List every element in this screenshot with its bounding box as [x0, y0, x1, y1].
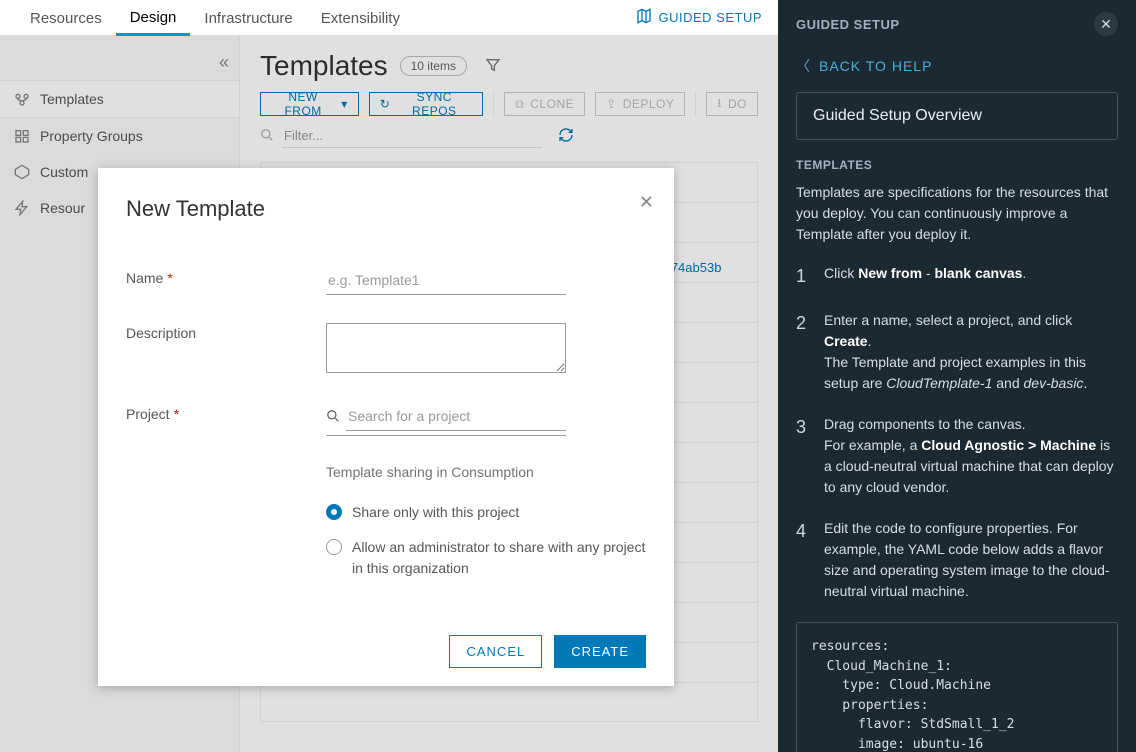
new-template-modal: New Template ✕ Name* Description Project…	[98, 168, 674, 686]
sharing-label: Template sharing in Consumption	[326, 464, 646, 480]
name-input[interactable]	[326, 268, 566, 295]
radio-label: Share only with this project	[352, 502, 519, 523]
tab-resources[interactable]: Resources	[16, 1, 116, 34]
radio-share-project[interactable]: Share only with this project	[326, 502, 646, 523]
radio-icon	[326, 539, 342, 555]
description-label: Description	[126, 323, 326, 341]
top-tab-bar: Resources Design Infrastructure Extensib…	[0, 0, 778, 36]
help-description: Templates are specifications for the res…	[796, 182, 1118, 245]
overview-card[interactable]: Guided Setup Overview	[796, 92, 1118, 140]
help-panel-title: GUIDED SETUP	[796, 17, 900, 32]
help-step: 3 Drag components to the canvas.For exam…	[796, 414, 1118, 498]
radio-label: Allow an administrator to share with any…	[352, 537, 646, 579]
map-icon	[636, 8, 652, 27]
name-label: Name*	[126, 268, 326, 286]
description-textarea[interactable]	[326, 323, 566, 373]
search-icon	[326, 409, 340, 426]
back-label: BACK TO HELP	[819, 58, 932, 74]
create-button[interactable]: CREATE	[554, 635, 646, 668]
help-step: 2 Enter a name, select a project, and cl…	[796, 310, 1118, 394]
tab-infrastructure[interactable]: Infrastructure	[190, 1, 306, 34]
close-icon[interactable]: ✕	[639, 192, 654, 213]
modal-title: New Template	[126, 196, 646, 222]
radio-share-org[interactable]: Allow an administrator to share with any…	[326, 537, 646, 579]
help-step: 4 Edit the code to configure properties.…	[796, 518, 1118, 602]
back-to-help-link[interactable]: 〈 BACK TO HELP	[796, 56, 1118, 76]
tab-extensibility[interactable]: Extensibility	[307, 1, 414, 34]
tab-design[interactable]: Design	[116, 0, 191, 36]
help-section-title: TEMPLATES	[796, 158, 1118, 172]
radio-icon	[326, 504, 342, 520]
guided-setup-panel: GUIDED SETUP ✕ 〈 BACK TO HELP Guided Set…	[778, 0, 1136, 752]
close-icon[interactable]: ✕	[1094, 12, 1118, 36]
help-step: 1 Click New from - blank canvas.	[796, 263, 1118, 290]
yaml-code-block: resources: Cloud_Machine_1: type: Cloud.…	[796, 622, 1118, 752]
cancel-button[interactable]: CANCEL	[449, 635, 542, 668]
help-steps: 1 Click New from - blank canvas. 2 Enter…	[796, 263, 1118, 602]
chevron-left-icon: 〈	[796, 56, 811, 76]
project-search-input[interactable]	[346, 404, 566, 431]
project-label: Project*	[126, 404, 326, 422]
guided-setup-label: GUIDED SETUP	[658, 10, 762, 25]
guided-setup-link[interactable]: GUIDED SETUP	[636, 8, 762, 27]
